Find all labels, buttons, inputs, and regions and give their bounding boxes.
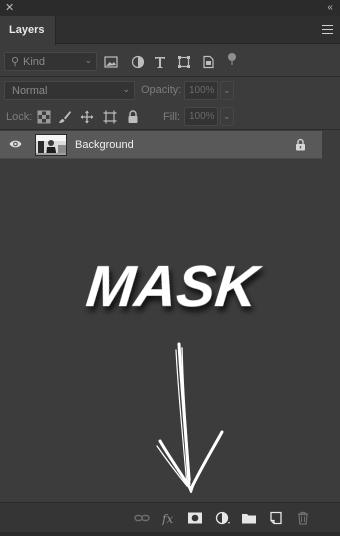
mask-title: MASK — [83, 254, 265, 319]
chevron-down-icon: ⌄ — [84, 55, 92, 65]
add-mask-icon[interactable] — [187, 511, 203, 525]
panel-resize-strip[interactable] — [0, 532, 340, 536]
type-filter-icon[interactable] — [153, 55, 167, 69]
layers-scrollbar-gap — [322, 131, 340, 159]
fill-input[interactable]: 100% — [184, 107, 218, 126]
blend-mode-select[interactable]: Normal ⌄ — [4, 81, 135, 100]
tab-layers[interactable]: Layers — [0, 16, 56, 45]
chevron-down-icon: ⌄ — [223, 111, 231, 121]
fill-dropdown[interactable]: ⌄ — [220, 107, 234, 126]
filter-row: ⚲ Kind ⌄ — [0, 45, 340, 77]
fill-value: 100% — [189, 111, 215, 122]
tab-layers-label: Layers — [9, 24, 45, 36]
panel-menu-icon[interactable] — [322, 25, 333, 34]
layers-footer-toolbar: fx — [0, 502, 340, 532]
kind-filter-select[interactable]: ⚲ Kind ⌄ — [4, 52, 97, 71]
svg-text:fx: fx — [161, 512, 173, 525]
shape-filter-icon[interactable] — [177, 55, 191, 69]
lock-artboard-icon[interactable] — [103, 110, 117, 124]
panel-title-bar: ✕ ‹‹ — [0, 0, 340, 16]
smart-object-filter-icon[interactable] — [201, 55, 215, 69]
filter-toggle-icon[interactable] — [225, 52, 239, 66]
link-layers-icon[interactable] — [134, 511, 150, 525]
mask-annotation-overlay: MASK — [83, 254, 265, 493]
fx-icon[interactable]: fx — [161, 511, 177, 525]
lock-transparent-pixels-icon[interactable] — [37, 110, 51, 124]
layer-row[interactable]: Background — [0, 131, 322, 159]
fill-label: Fill: — [163, 111, 181, 123]
hand-drawn-arrow-icon — [156, 342, 224, 493]
lock-position-icon[interactable] — [80, 110, 94, 124]
new-layer-icon[interactable] — [268, 511, 284, 525]
blend-row: Normal ⌄ Opacity: 100% ⌄ — [0, 78, 340, 102]
lock-row: Lock: Fill: 100% ⌄ — [0, 104, 340, 130]
trash-icon[interactable] — [295, 511, 311, 525]
layer-thumbnail[interactable] — [35, 134, 67, 156]
adjustment-layer-icon[interactable] — [215, 511, 231, 525]
blend-mode-value: Normal — [12, 85, 48, 97]
opacity-dropdown[interactable]: ⌄ — [220, 81, 234, 100]
close-panel-icon[interactable]: ✕ — [5, 1, 14, 15]
opacity-label: Opacity: — [141, 84, 182, 96]
layer-name[interactable]: Background — [75, 139, 134, 151]
adjustment-filter-icon[interactable] — [131, 55, 145, 69]
group-folder-icon[interactable] — [241, 511, 257, 525]
image-filter-icon[interactable] — [104, 55, 118, 69]
opacity-value: 100% — [189, 85, 215, 96]
kind-filter-label: Kind — [23, 56, 46, 68]
lock-label: Lock: — [6, 111, 33, 123]
lock-icon[interactable] — [295, 138, 306, 151]
collapse-panel-icon[interactable]: ‹‹ — [327, 1, 333, 15]
chevron-down-icon: ⌄ — [223, 85, 231, 95]
search-icon: ⚲ — [11, 56, 20, 68]
opacity-input[interactable]: 100% — [184, 81, 218, 100]
chevron-down-icon: ⌄ — [122, 84, 130, 94]
lock-all-icon[interactable] — [126, 110, 140, 124]
eye-icon[interactable] — [9, 139, 22, 149]
lock-image-pixels-icon[interactable] — [58, 110, 72, 124]
panel-tab-row: Layers — [0, 16, 340, 45]
